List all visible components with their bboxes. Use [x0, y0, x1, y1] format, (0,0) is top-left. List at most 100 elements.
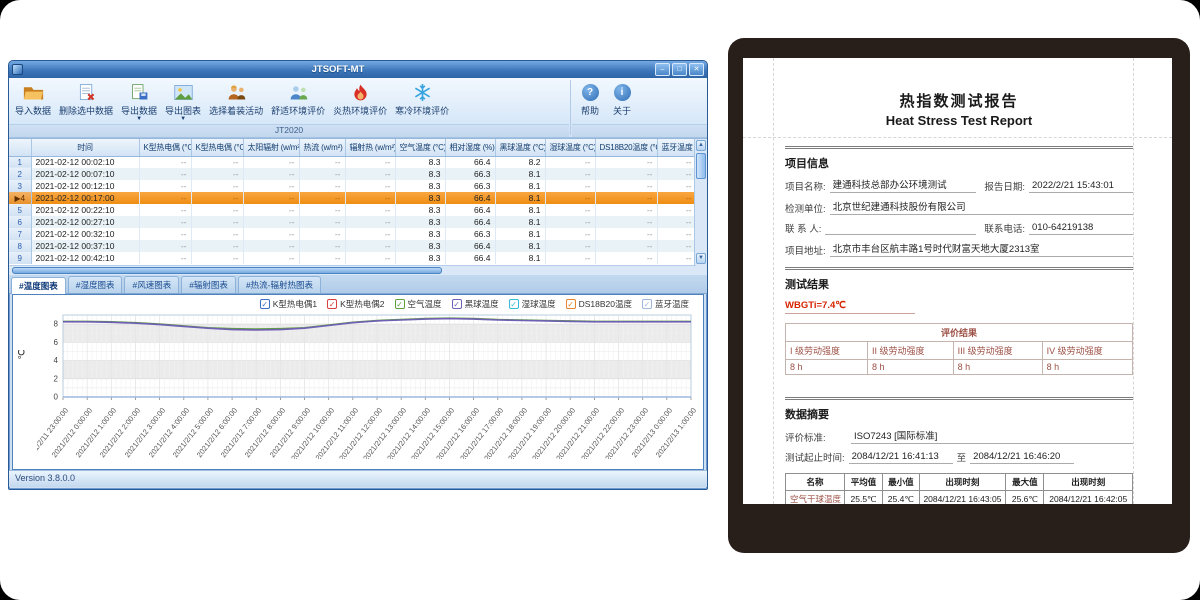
value-cell: --: [191, 168, 243, 180]
toolbar-import-data[interactable]: 导入数据: [11, 81, 55, 118]
horizontal-scrollbar[interactable]: [9, 265, 696, 275]
toolbar-help[interactable]: ?帮助: [574, 81, 606, 118]
toolbar-export-chart[interactable]: 导出图表▼: [161, 81, 205, 123]
value-cell: --: [139, 216, 191, 228]
value-cell: 66.3: [445, 168, 495, 180]
value-cell: --: [243, 156, 299, 168]
legend-item[interactable]: ✓空气温度: [395, 298, 442, 310]
legend-label: 黑球温度: [465, 298, 499, 310]
value-cell: --: [657, 192, 696, 204]
tab-chart-2[interactable]: #湿度图表: [68, 276, 123, 293]
tab-chart-3[interactable]: #风速图表: [124, 276, 179, 293]
time-cell: 2021-02-12 00:32:10: [31, 228, 139, 240]
scroll-up-icon[interactable]: ▲: [696, 140, 706, 151]
toolbar-export-data[interactable]: 导出数据▼: [117, 81, 161, 123]
toolbar-hot-eval[interactable]: 炎热环境评价: [329, 81, 391, 118]
maximize-button[interactable]: □: [672, 63, 687, 76]
tab-chart-4[interactable]: #辐射图表: [181, 276, 236, 293]
snowflake-icon: [410, 82, 434, 103]
value-cell: --: [657, 204, 696, 216]
y-axis-title: ℃: [17, 349, 28, 359]
table-row[interactable]: ▶42021-02-12 00:17:00----------8.366.48.…: [9, 192, 696, 204]
table-row[interactable]: 92021-02-12 00:42:10----------8.366.48.1…: [9, 252, 696, 264]
series-checkbox[interactable]: ✓: [395, 299, 405, 309]
screenshot-canvas: JTSOFT-MT – □ ✕ 导入数据删除选中数据导出数据▼导出图表▼选择着装…: [0, 0, 1200, 600]
series-checkbox[interactable]: ✓: [642, 299, 652, 309]
value-cell: --: [299, 168, 345, 180]
table-row[interactable]: 22021-02-12 00:07:10----------8.366.38.1…: [9, 168, 696, 180]
close-button[interactable]: ✕: [689, 63, 704, 76]
vertical-scrollbar[interactable]: ▲ ▼: [694, 139, 707, 275]
summary-header-row: 名称平均值最小值出现时刻最大值出现时刻: [786, 474, 1133, 491]
eval-column-header: III 级劳动强度: [953, 342, 1042, 360]
evaluation-table: 评价结果I 级劳动强度II 级劳动强度III 级劳动强度IV 级劳动强度8 h8…: [785, 323, 1133, 375]
tab-chart-1[interactable]: #温度图表: [11, 277, 66, 294]
legend-item[interactable]: ✓K型热电偶2: [327, 298, 384, 310]
value-cell: --: [657, 252, 696, 264]
toolbar-delete-selected[interactable]: 删除选中数据: [55, 81, 117, 118]
table-row[interactable]: 52021-02-12 00:22:10----------8.366.48.1…: [9, 204, 696, 216]
titlebar[interactable]: JTSOFT-MT – □ ✕: [9, 61, 707, 78]
data-table[interactable]: 时间K型热电偶 (°C)K型热电偶 (°C)太阳辐射 (w/m²)热流 (w/m…: [9, 139, 697, 264]
value-cell: --: [345, 204, 395, 216]
value-cell: --: [243, 216, 299, 228]
status-bar: Version 3.8.0.0: [9, 470, 707, 487]
table-row[interactable]: 12021-02-12 00:02:10----------8.366.48.2…: [9, 156, 696, 168]
value-cell: --: [657, 228, 696, 240]
summary-column-header: 出现时刻: [919, 474, 1006, 491]
table-row[interactable]: 82021-02-12 00:37:10----------8.366.48.1…: [9, 240, 696, 252]
value-cell: --: [595, 216, 657, 228]
legend-item[interactable]: ✓蓝牙温度: [642, 298, 689, 310]
vertical-scroll-thumb[interactable]: [696, 153, 706, 179]
series-checkbox[interactable]: ✓: [509, 299, 519, 309]
toolbar-about[interactable]: i关于: [606, 81, 638, 118]
field-label: 项目地址:: [785, 243, 826, 257]
summary-column-header: 名称: [786, 474, 845, 491]
time-cell: 2021-02-12 00:07:10: [31, 168, 139, 180]
minimize-button[interactable]: –: [655, 63, 670, 76]
svg-text:4: 4: [54, 356, 59, 365]
table-row[interactable]: 72021-02-12 00:32:10----------8.366.38.1…: [9, 228, 696, 240]
scroll-down-icon[interactable]: ▼: [696, 253, 706, 264]
row-number: 7: [9, 228, 31, 240]
toolbar-select-activity[interactable]: 选择着装活动: [205, 81, 267, 118]
column-header: 热流 (w/m²): [299, 139, 345, 156]
value-cell: --: [243, 228, 299, 240]
legend-item[interactable]: ✓DS18B20温度: [566, 298, 632, 310]
value-cell: --: [595, 204, 657, 216]
value-cell: --: [595, 180, 657, 192]
app-icon: [12, 64, 23, 75]
tab-chart-5[interactable]: #热流-辐射热图表: [238, 276, 321, 293]
svg-text:2: 2: [54, 374, 59, 383]
value-cell: 8.3: [395, 216, 445, 228]
toolbar-item-label: 删除选中数据: [59, 104, 113, 117]
legend-item[interactable]: ✓K型热电偶1: [260, 298, 317, 310]
value-cell: 8.3: [395, 180, 445, 192]
legend-label: K型热电偶2: [340, 298, 384, 310]
value-cell: --: [299, 180, 345, 192]
field-label: 评价标准:: [785, 430, 847, 444]
legend-item[interactable]: ✓黑球温度: [452, 298, 499, 310]
print-margin-guide: [1133, 58, 1134, 504]
row-number: 3: [9, 180, 31, 192]
series-checkbox[interactable]: ✓: [452, 299, 462, 309]
value-cell: --: [595, 156, 657, 168]
eval-column-header: IV 级劳动强度: [1042, 342, 1132, 360]
value-cell: --: [243, 192, 299, 204]
table-row[interactable]: 32021-02-12 00:12:10----------8.366.38.1…: [9, 180, 696, 192]
series-checkbox[interactable]: ✓: [260, 299, 270, 309]
toolbar-cold-eval[interactable]: 寒冷环境评价: [391, 81, 453, 118]
flame-icon: [348, 82, 372, 103]
series-checkbox[interactable]: ✓: [566, 299, 576, 309]
value-cell: --: [299, 192, 345, 204]
value-cell: --: [345, 156, 395, 168]
help-group-caption: [572, 124, 707, 137]
series-checkbox[interactable]: ✓: [327, 299, 337, 309]
value-cell: --: [299, 252, 345, 264]
org-value: 北京世纪建通科技股份有限公司: [830, 199, 1133, 215]
value-cell: --: [595, 168, 657, 180]
table-row[interactable]: 62021-02-12 00:27:10----------8.366.48.1…: [9, 216, 696, 228]
horizontal-scroll-thumb[interactable]: [12, 267, 442, 274]
legend-item[interactable]: ✓湿球温度: [509, 298, 556, 310]
toolbar-comfort-eval[interactable]: 舒适环境评价: [267, 81, 329, 118]
